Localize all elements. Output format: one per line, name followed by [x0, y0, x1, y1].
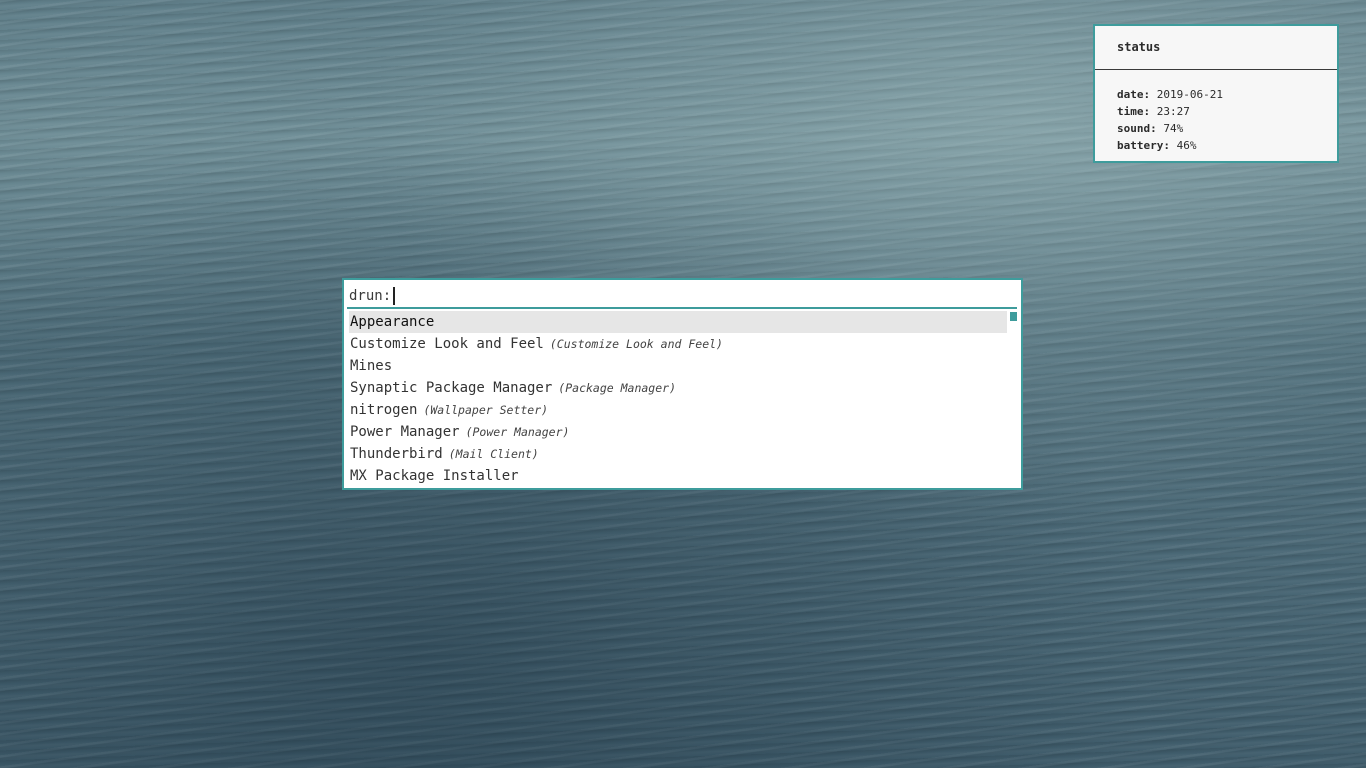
- list-item-description: (Package Manager): [558, 381, 676, 395]
- list-item-description: (Customize Look and Feel): [549, 337, 723, 351]
- status-sound-value: 74%: [1163, 122, 1184, 135]
- status-date-key: date:: [1117, 88, 1151, 101]
- list-item-mx-package-installer[interactable]: MX Package Installer: [349, 465, 1007, 487]
- list-item-name: Appearance: [350, 314, 435, 330]
- status-panel: status date: 2019-06-21 time: 23:27 soun…: [1093, 24, 1339, 163]
- list-item-description: (Power Manager): [465, 425, 570, 439]
- status-time-value: 23:27: [1156, 105, 1190, 118]
- list-item-name: Customize Look and Feel: [350, 336, 544, 352]
- list-item-name: Mines: [350, 358, 393, 374]
- list-item-thunderbird[interactable]: Thunderbird (Mail Client): [349, 443, 1007, 465]
- launcher-results-list: Appearance Customize Look and Feel (Custo…: [349, 311, 1007, 487]
- list-item-mines[interactable]: Mines: [349, 355, 1007, 377]
- list-item-power-manager[interactable]: Power Manager (Power Manager): [349, 421, 1007, 443]
- list-item-name: MX Package Installer: [350, 468, 519, 484]
- list-item-nitrogen[interactable]: nitrogen (Wallpaper Setter): [349, 399, 1007, 421]
- list-item-name: nitrogen: [350, 402, 418, 418]
- status-battery-value: 46%: [1176, 139, 1197, 152]
- list-item-description: (Wallpaper Setter): [423, 403, 549, 417]
- status-date: date: 2019-06-21: [1117, 86, 1223, 103]
- list-item-appearance[interactable]: Appearance: [349, 311, 1007, 333]
- launcher-prompt-label: drun:: [349, 288, 392, 304]
- list-item-name: Synaptic Package Manager: [350, 380, 553, 396]
- status-time: time: 23:27: [1117, 103, 1223, 120]
- list-item-description: (Mail Client): [448, 447, 539, 461]
- status-battery: battery: 46%: [1117, 137, 1223, 154]
- list-item-name: Power Manager: [350, 424, 460, 440]
- status-sound: sound: 74%: [1117, 120, 1223, 137]
- status-sound-key: sound:: [1117, 122, 1157, 135]
- status-time-key: time:: [1117, 105, 1151, 118]
- status-date-value: 2019-06-21: [1156, 88, 1223, 101]
- list-item-name: Thunderbird: [350, 446, 443, 462]
- status-title: status: [1117, 40, 1161, 54]
- text-caret: [393, 287, 396, 305]
- status-battery-key: battery:: [1117, 139, 1170, 152]
- status-divider: [1095, 69, 1337, 70]
- app-launcher: drun: Appearance Customize Look and Feel…: [342, 278, 1023, 490]
- list-item-synaptic-package-manager[interactable]: Synaptic Package Manager (Package Manager…: [349, 377, 1007, 399]
- list-item-customize-look-and-feel[interactable]: Customize Look and Feel (Customize Look a…: [349, 333, 1007, 355]
- launcher-prompt-row[interactable]: drun:: [349, 286, 396, 306]
- results-scrollbar[interactable]: [1010, 312, 1017, 321]
- status-lines: date: 2019-06-21 time: 23:27 sound: 74% …: [1117, 86, 1223, 154]
- prompt-divider: [347, 307, 1017, 309]
